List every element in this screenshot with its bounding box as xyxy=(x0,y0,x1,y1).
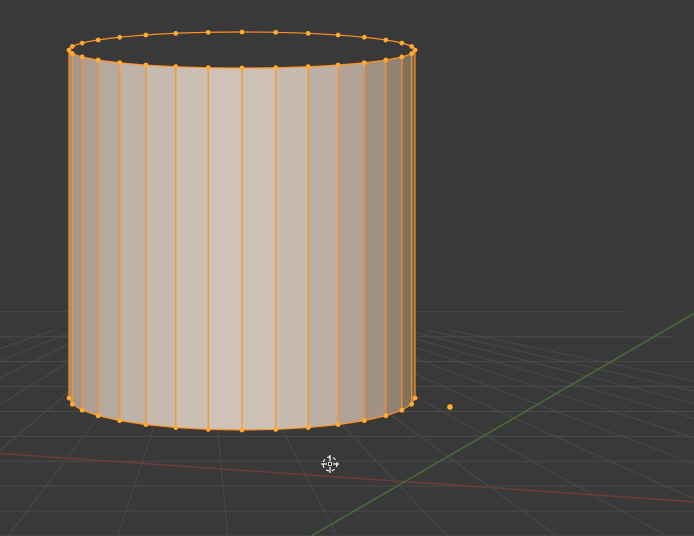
cylinder-face xyxy=(82,57,98,416)
selected-vertex xyxy=(206,65,211,70)
selected-vertex xyxy=(399,54,404,59)
cylinder-face xyxy=(402,54,412,411)
selected-vertex xyxy=(413,396,418,401)
selected-vertex xyxy=(336,422,341,427)
selected-vertex xyxy=(67,396,72,401)
cylinder-face xyxy=(242,68,276,430)
selected-vertex xyxy=(173,31,178,36)
selected-vertex xyxy=(409,51,414,56)
cylinder-face xyxy=(120,63,146,425)
selected-vertex xyxy=(362,418,367,423)
cylinder-face xyxy=(208,68,242,430)
cylinder-face xyxy=(364,60,386,421)
selected-vertex xyxy=(273,30,278,35)
selected-vertex xyxy=(96,58,101,63)
selected-vertex xyxy=(143,63,148,68)
selected-vertex xyxy=(117,418,122,423)
cylinder-face xyxy=(72,54,82,411)
selected-vertex xyxy=(383,58,388,63)
grid-line xyxy=(450,330,694,536)
grid-line xyxy=(384,330,694,536)
selected-vertex xyxy=(70,44,75,49)
cylinder-face xyxy=(98,60,120,421)
selected-vertex xyxy=(273,427,278,432)
selected-vertex xyxy=(306,31,311,36)
selected-vertex xyxy=(362,60,367,65)
grid-line xyxy=(0,330,76,536)
selected-vertex xyxy=(409,402,414,407)
object-origin xyxy=(447,404,453,410)
selected-vertex xyxy=(383,38,388,43)
selected-vertex xyxy=(80,41,85,46)
selected-vertex xyxy=(117,60,122,65)
selected-vertex xyxy=(173,64,178,69)
selected-vertex xyxy=(273,65,278,70)
grid-line xyxy=(0,330,54,536)
cylinder-mesh[interactable] xyxy=(67,30,418,433)
cylinder-face xyxy=(386,57,402,416)
selected-vertex xyxy=(240,428,245,433)
selected-vertex xyxy=(80,54,85,59)
selected-vertex xyxy=(336,63,341,68)
viewport-3d[interactable] xyxy=(0,0,694,536)
selected-vertex xyxy=(383,413,388,418)
cylinder-face xyxy=(276,67,308,430)
selected-vertex xyxy=(143,422,148,427)
selected-vertex xyxy=(240,66,245,71)
selected-vertex xyxy=(409,44,414,49)
cylinder-face xyxy=(338,63,364,425)
selected-vertex xyxy=(336,33,341,38)
grid-line xyxy=(428,330,694,536)
selected-vertex xyxy=(173,425,178,430)
selected-vertex xyxy=(399,41,404,46)
selected-vertex xyxy=(206,427,211,432)
selected-vertex xyxy=(206,30,211,35)
selected-vertex xyxy=(306,64,311,69)
selected-vertex xyxy=(96,38,101,43)
cylinder-face xyxy=(146,65,176,428)
selected-vertex xyxy=(96,413,101,418)
selected-vertex xyxy=(399,408,404,413)
selected-vertex xyxy=(413,48,418,53)
cylinder-face xyxy=(176,67,208,430)
selected-vertex xyxy=(67,48,72,53)
cylinder-face xyxy=(308,65,338,428)
selected-vertex xyxy=(70,51,75,56)
3d-cursor xyxy=(321,455,339,473)
selected-vertex xyxy=(240,30,245,35)
selected-vertex xyxy=(362,35,367,40)
axis-x xyxy=(0,450,694,505)
selected-vertex xyxy=(70,402,75,407)
selected-vertex xyxy=(80,408,85,413)
selected-vertex xyxy=(117,35,122,40)
selected-vertex xyxy=(143,33,148,38)
selected-vertex xyxy=(306,425,311,430)
grid-line xyxy=(406,330,694,536)
